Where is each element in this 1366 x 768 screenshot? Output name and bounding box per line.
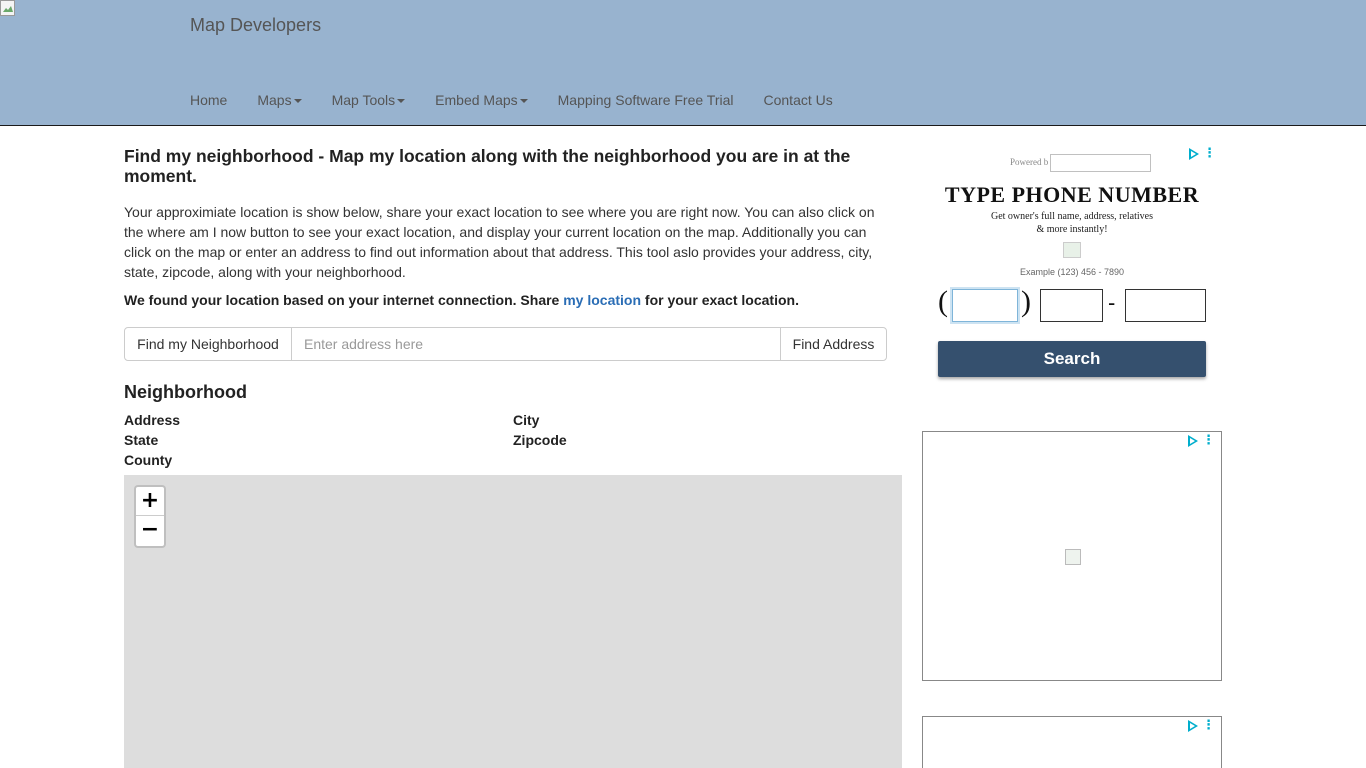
ad-choices-icon [1188,435,1198,447]
zipcode-label: Zipcode [513,432,567,448]
find-my-neighborhood-button[interactable]: Find my Neighborhood [125,328,292,360]
phone-lookup-ad: ⋮ Powered b TYPE PHONE NUMBER Get owner'… [922,145,1222,395]
ad-title: TYPE PHONE NUMBER [944,182,1200,207]
nav-free-trial[interactable]: Mapping Software Free Trial [543,88,749,112]
ad-subtitle-line1: Get owner's full name, address, relative… [990,211,1154,222]
find-address-button[interactable]: Find Address [780,328,886,360]
close-paren: ) [1021,285,1031,318]
intro-paragraph: Your approximiate location is show below… [124,204,875,280]
broken-image-icon [0,0,15,16]
found-suffix: for your exact location. [641,292,799,308]
address-label: Address [124,412,181,428]
ad-subtitle: Get owner's full name, address, relative… [922,210,1222,236]
ad-menu-icon: ⋮ [1202,718,1215,733]
map-canvas[interactable]: + − [124,475,902,768]
broken-image-icon [1065,549,1081,565]
location-found-message: We found your location based on your int… [124,292,799,308]
site-header: Map Developers Home Maps Map Tools Embed… [0,0,1366,126]
phone-dash: - [1108,290,1116,315]
main-nav: Home Maps Map Tools Embed Maps Mapping S… [175,88,848,112]
powered-by-logo [1050,154,1151,172]
ad-subtitle-line2: & more instantly! [1036,224,1108,235]
my-location-link[interactable]: my location [563,292,641,308]
ad-menu-icon: ⋮ [1203,146,1216,161]
ad-example-text: Example (123) 456 - 7890 [1019,267,1125,277]
nav-maps[interactable]: Maps [242,88,316,112]
ad-choices-icon [1188,720,1198,732]
nav-contact-us[interactable]: Contact Us [749,88,848,112]
nav-embed-maps[interactable]: Embed Maps [420,88,542,112]
phone-prefix-input[interactable] [1040,289,1103,322]
nav-home-label: Home [190,92,228,108]
ad-menu-icon: ⋮ [1202,433,1215,448]
nav-map-tools-label: Map Tools [331,92,396,108]
address-search-group: Find my Neighborhood Find Address [124,327,887,361]
county-label: County [124,452,173,468]
ad-choices-icon [1189,148,1199,160]
zoom-out-button[interactable]: − [136,516,164,545]
found-prefix: We found your location based on your int… [124,292,564,308]
ad-search-button[interactable]: Search [938,341,1206,377]
zoom-in-button[interactable]: + [136,487,164,516]
display-ad-3[interactable]: ⋮ [922,716,1222,768]
phone-line-input[interactable] [1125,289,1206,322]
caret-down-icon [293,99,302,104]
caret-down-icon [519,99,528,104]
nav-map-tools[interactable]: Map Tools [317,88,421,112]
address-input[interactable] [292,328,780,360]
state-label: State [124,432,159,448]
zoom-control: + − [134,485,166,548]
neighborhood-heading: Neighborhood [124,382,247,402]
ad-choices[interactable]: ⋮ [1188,718,1215,733]
caret-down-icon [397,99,406,104]
ad-small-image [1063,242,1081,258]
nav-embed-maps-label: Embed Maps [435,92,518,108]
nav-maps-label: Maps [257,92,292,108]
site-brand-link[interactable]: Map Developers [190,15,321,36]
powered-by-text: Powered b [1010,157,1049,167]
nav-free-trial-label: Mapping Software Free Trial [557,92,734,108]
city-label: City [513,412,540,428]
area-code-input[interactable] [952,289,1018,322]
ad-choices[interactable]: ⋮ [1188,433,1215,448]
ad-choices[interactable]: ⋮ [1189,146,1216,161]
nav-home[interactable]: Home [175,88,242,112]
nav-contact-us-label: Contact Us [763,92,833,108]
open-paren: ( [938,285,948,318]
display-ad-2[interactable]: ⋮ [922,431,1222,681]
page-title: Find my neighborhood - Map my location a… [124,146,851,186]
